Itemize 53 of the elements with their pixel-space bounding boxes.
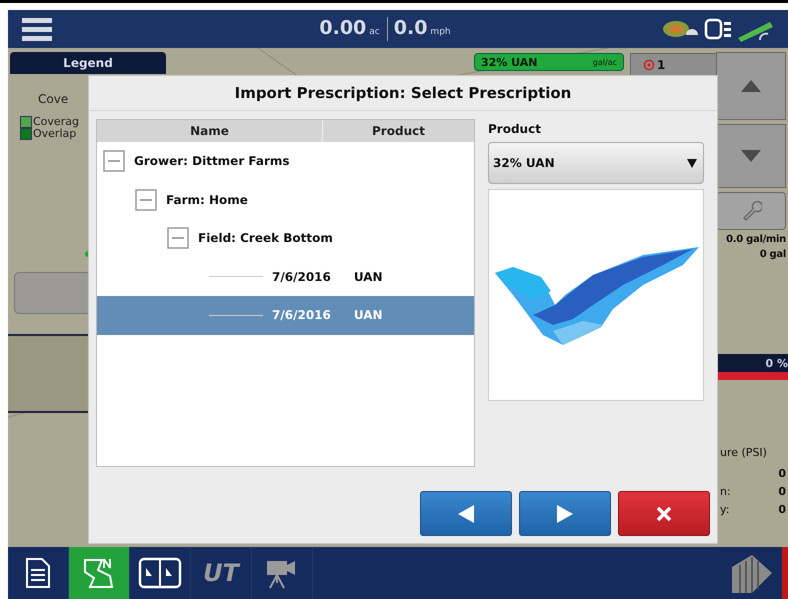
prescription-row[interactable]: 7/6/2016 UAN [97,258,474,296]
legend-label: Overlap [33,128,76,140]
pressure-title: ure (PSI) [720,446,768,459]
field-map-tab[interactable] [69,547,130,599]
split-screen-icon [138,556,182,590]
left-arrow-icon [458,504,474,522]
legend-heading: Cove [38,92,68,106]
tree-node[interactable]: Field: Creek Bottom [97,219,474,258]
wrench-icon [740,200,762,222]
down-arrow-icon [741,150,761,162]
area-unit: ac [369,27,380,37]
prescription-row[interactable]: 7/6/2016 UAN [97,296,474,334]
menu-icon[interactable] [22,17,52,41]
scroll-down-button[interactable] [716,124,786,188]
column-header[interactable]: Product [323,120,474,142]
close-button[interactable] [618,491,710,536]
total-volume: 0 gal [760,249,786,260]
universal-terminal-tab[interactable]: UT [191,547,252,599]
product-label: Product [488,122,542,136]
target-icon [643,59,655,71]
legend-tab[interactable]: Legend [10,52,166,74]
up-arrow-icon [741,80,761,92]
display-icon[interactable] [704,17,734,41]
collapse-icon[interactable] [103,150,125,172]
flow-rate: 0.0 gal/min [726,234,786,245]
collapse-icon[interactable] [135,188,157,211]
tree-node[interactable]: Farm: Home [97,180,474,219]
dialog-title: Import Prescription: Select Prescription [89,76,717,111]
back-button[interactable] [420,491,512,536]
collapse-icon[interactable] [167,227,189,250]
settings-button[interactable] [716,192,786,230]
reading-value: 0 [778,485,786,498]
speed-value: 0.0 [394,17,428,39]
scroll-up-button[interactable] [716,52,786,120]
bin-icon[interactable] [730,553,774,593]
field-map-icon [82,556,116,590]
reading-value: 0 [778,503,786,516]
speed-unit: mph [430,27,451,37]
document-icon [26,558,50,588]
reading-value: 0 [778,467,786,480]
reading-label: n: [720,485,731,498]
close-icon [656,506,672,522]
area-value: 0.00 [319,17,366,39]
product-dropdown[interactable]: 32% UAN [488,142,704,184]
legend-label: Coverag [33,116,79,128]
next-button[interactable] [519,491,611,536]
reading-label: y: [720,503,730,516]
right-arrow-icon [557,504,573,522]
product-badge[interactable]: 32% UAN gal/ac [474,53,624,71]
column-header[interactable]: Name [97,120,323,142]
status-bar [718,372,788,380]
tree-node[interactable]: Grower: Dittmer Farms [97,142,474,180]
dropdown-caret-icon [687,158,697,168]
